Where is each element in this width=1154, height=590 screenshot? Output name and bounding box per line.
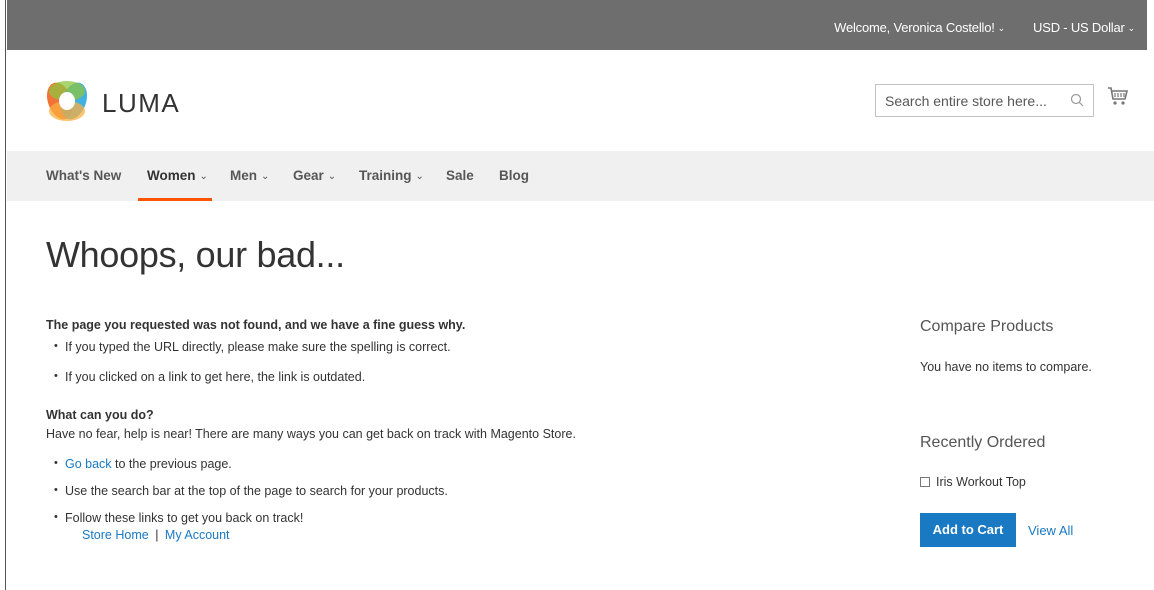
store-home-link[interactable]: Store Home (82, 528, 149, 542)
welcome-text: Welcome, Veronica Costello! (834, 20, 995, 35)
sidebar: Compare Products You have no items to co… (920, 318, 1140, 489)
list-item: If you clicked on a link to get here, th… (46, 370, 866, 408)
nav-label: Women (147, 168, 196, 183)
cart-icon[interactable] (1107, 86, 1129, 108)
welcome-dropdown[interactable]: Welcome, Veronica Costello! ⌄ (834, 20, 1005, 35)
compare-products-title: Compare Products (920, 318, 1054, 335)
nav-item-gear[interactable]: Gear ⌄ (293, 168, 336, 183)
helpful-links: Store Home | My Account (46, 528, 866, 542)
top-panel: Welcome, Veronica Costello! ⌄ USD - US Do… (7, 0, 1147, 50)
link-separator: | (155, 528, 159, 542)
list-item: If you typed the URL directly, please ma… (46, 340, 866, 370)
search-input[interactable] (876, 85, 1066, 116)
recently-ordered-title: Recently Ordered (920, 434, 1046, 451)
recent-order-item: Iris Workout Top (920, 475, 1140, 489)
page-title: Whoops, our bad... (46, 234, 345, 275)
compare-empty-text: You have no items to compare. (920, 360, 1092, 374)
nav-item-men[interactable]: Men ⌄ (230, 168, 269, 183)
luma-logo-icon[interactable] (43, 77, 91, 125)
chevron-down-icon: ⌄ (327, 171, 337, 182)
chevron-down-icon: ⌄ (261, 171, 270, 182)
add-to-cart-button[interactable]: Add to Cart (920, 513, 1016, 547)
go-back-text: to the previous page. (111, 457, 232, 471)
view-all-link[interactable]: View All (1028, 523, 1073, 538)
chevron-down-icon: ⌄ (1127, 23, 1136, 33)
nav-active-underline (138, 198, 212, 201)
nav-label: Gear (293, 168, 324, 183)
nav-label: Training (359, 168, 412, 183)
nav-item-women[interactable]: Women ⌄ (147, 168, 208, 183)
nav-label: Men (230, 168, 257, 183)
nav-label: Blog (499, 168, 529, 183)
list-item: Follow these links to get you back on tr… (46, 511, 866, 528)
go-back-link[interactable]: Go back (65, 457, 112, 471)
header: LUMA (7, 50, 1154, 151)
nav-label: Sale (446, 168, 474, 183)
search-box (875, 84, 1094, 117)
list-item: Use the search bar at the top of the pag… (46, 484, 866, 511)
help-intro-text: Have no fear, help is near! There are ma… (46, 427, 576, 441)
logo-text[interactable]: LUMA (102, 88, 180, 119)
what-can-you-do-heading: What can you do? (46, 408, 154, 422)
currency-text: USD - US Dollar (1033, 20, 1125, 35)
search-icon[interactable] (1070, 93, 1084, 107)
nav-item-sale[interactable]: Sale (446, 168, 474, 183)
nav-item-training[interactable]: Training ⌄ (359, 168, 424, 183)
main-content: The page you requested was not found, an… (46, 318, 866, 542)
chevron-down-icon: ⌄ (997, 23, 1006, 33)
my-account-link[interactable]: My Account (165, 528, 230, 542)
nav-item-whats-new[interactable]: What's New (46, 168, 121, 183)
chevron-down-icon: ⌄ (199, 171, 208, 182)
list-item: Go back to the previous page. (46, 457, 866, 484)
currency-switcher[interactable]: USD - US Dollar ⌄ (1033, 20, 1135, 35)
not-found-heading: The page you requested was not found, an… (46, 318, 466, 332)
main-navigation: What's New Women ⌄ Men ⌄ Gear ⌄ Training ⌄ S… (7, 151, 1154, 201)
nav-item-blog[interactable]: Blog (499, 168, 529, 183)
window-left-edge (0, 0, 6, 590)
recent-item-label: Iris Workout Top (936, 475, 1026, 489)
nav-label: What's New (46, 168, 122, 183)
chevron-down-icon: ⌄ (415, 171, 424, 182)
recent-item-checkbox[interactable] (920, 477, 930, 487)
